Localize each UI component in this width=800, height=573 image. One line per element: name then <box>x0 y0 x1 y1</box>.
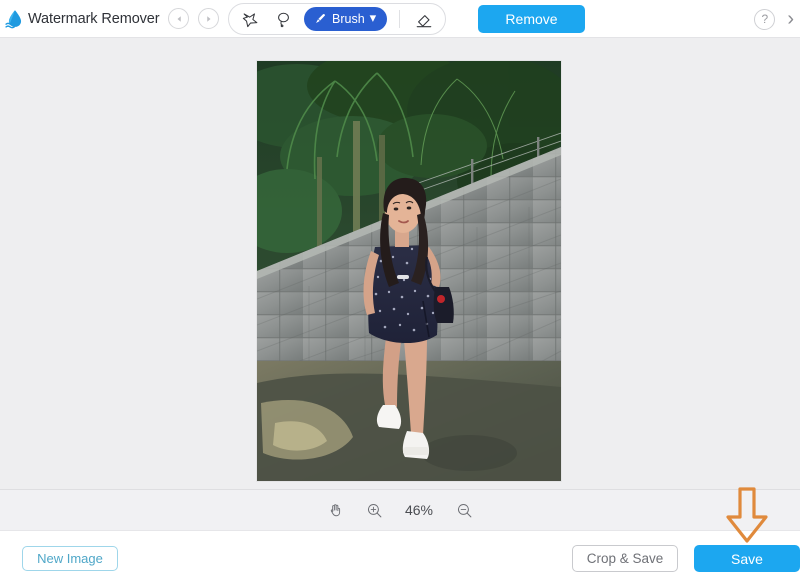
polygon-lasso-icon[interactable] <box>238 7 262 31</box>
brush-icon <box>313 12 327 26</box>
history-buttons <box>168 8 219 29</box>
chevron-right-icon[interactable]: › <box>787 9 794 29</box>
save-button[interactable]: Save <box>694 545 800 572</box>
help-icon[interactable]: ? <box>754 8 776 30</box>
watermark-remover-app: Watermark Remover Brush ▾ Remove ? › 46%… <box>0 0 800 573</box>
brush-tool-button[interactable]: Brush ▾ <box>304 7 388 31</box>
new-image-button[interactable]: New Image <box>22 546 118 571</box>
remove-button[interactable]: Remove <box>478 5 585 33</box>
top-toolbar: Watermark Remover Brush ▾ Remove ? › <box>0 0 800 38</box>
zoom-in-icon[interactable] <box>364 500 384 520</box>
app-title: Watermark Remover <box>28 10 160 27</box>
lasso-icon[interactable] <box>271 7 295 31</box>
zoom-level-label: 46% <box>404 502 434 518</box>
crop-and-save-button[interactable]: Crop & Save <box>572 545 678 572</box>
top-right-controls: ? › <box>754 0 794 38</box>
down-arrow-annotation-icon <box>724 487 770 545</box>
footer-bar <box>0 531 800 573</box>
zoom-out-icon[interactable] <box>454 500 474 520</box>
tool-group: Brush ▾ <box>228 3 447 35</box>
undo-icon[interactable] <box>168 8 189 29</box>
brush-tool-label: Brush <box>332 12 365 26</box>
redo-icon[interactable] <box>198 8 219 29</box>
chevron-down-icon: ▾ <box>369 9 377 25</box>
brand: Watermark Remover <box>0 8 168 30</box>
water-droplet-logo-icon <box>4 8 26 30</box>
zoom-toolbar: 46% <box>0 489 800 531</box>
photo-image <box>257 61 561 481</box>
photo-preview[interactable] <box>257 61 561 481</box>
editor-canvas[interactable] <box>0 38 800 489</box>
eraser-icon[interactable] <box>412 7 436 31</box>
hand-tool-icon[interactable] <box>326 500 346 520</box>
tool-divider <box>399 10 401 28</box>
